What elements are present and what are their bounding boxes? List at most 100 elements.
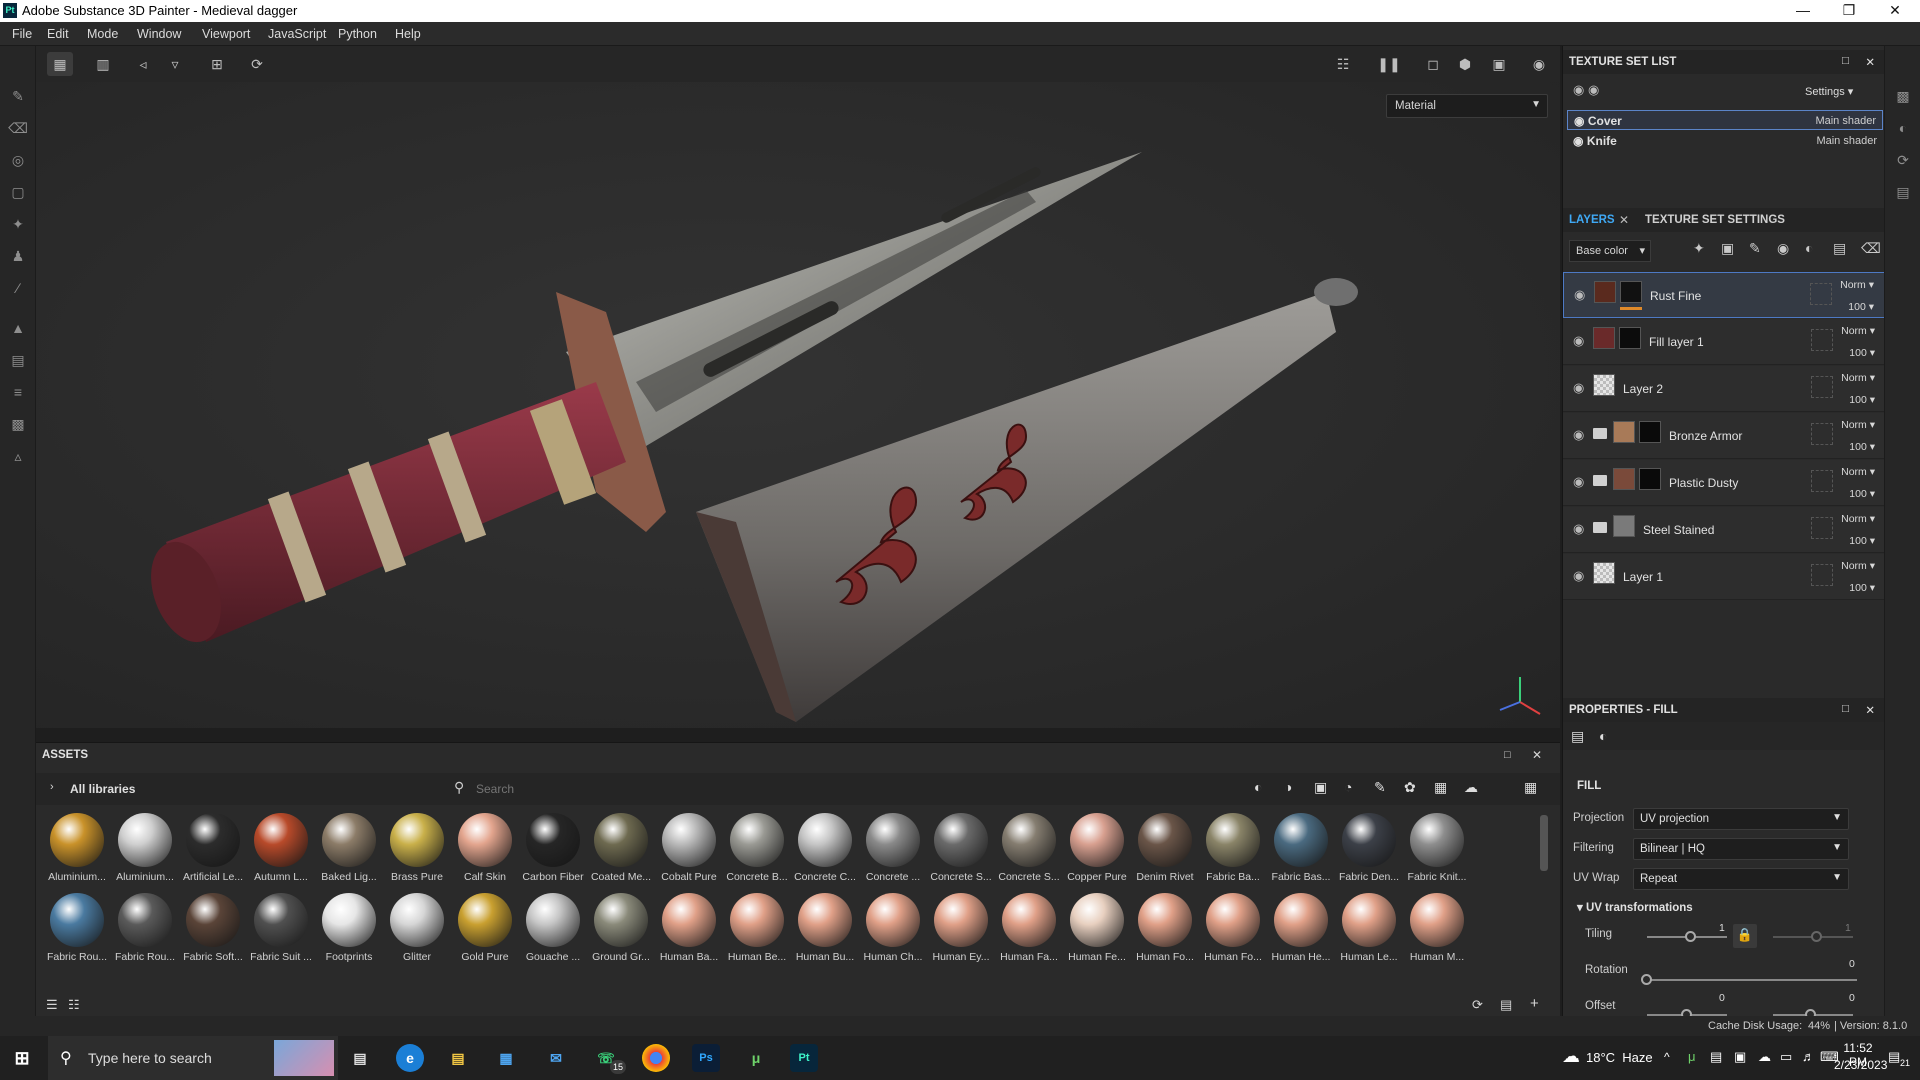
menu-python[interactable]: Python <box>338 27 377 41</box>
asset-scrollbar[interactable] <box>1540 815 1548 871</box>
channel-dropdown[interactable]: Base color ▾ <box>1569 240 1651 262</box>
eraser-icon[interactable]: ⌫ <box>8 118 28 138</box>
blend-mode-dropdown[interactable]: Norm ▾ <box>1841 325 1875 337</box>
view-2d-icon[interactable]: ◻ <box>1420 52 1446 76</box>
add-smart-material-icon[interactable]: ◐ <box>1805 240 1813 256</box>
mirror-x-icon[interactable]: ◃ <box>130 52 156 76</box>
asset-thumbnail[interactable] <box>322 893 376 947</box>
rotation-value[interactable]: 0 <box>1849 958 1855 970</box>
rotation-slider[interactable] <box>1647 979 1857 981</box>
clock-date[interactable]: 2/23/2023 <box>1834 1058 1887 1072</box>
shader-name[interactable]: Main shader <box>1815 115 1876 127</box>
fill-properties-icon[interactable]: ▤ <box>1571 728 1584 745</box>
lock-icon[interactable]: 🔒 <box>1733 924 1757 948</box>
add-mask-icon[interactable]: ▣ <box>1721 240 1734 257</box>
offset-value-2[interactable]: 0 <box>1849 992 1855 1004</box>
eye-icon[interactable]: ◉ <box>1573 380 1584 396</box>
filter-brushes-icon[interactable]: ✎ <box>1374 779 1386 796</box>
opacity-dropdown[interactable]: 100 ▾ <box>1848 301 1874 313</box>
display-settings-icon[interactable]: ▩ <box>1893 86 1913 106</box>
menu-window[interactable]: Window <box>137 27 181 41</box>
add-fill-layer-icon[interactable]: ◉ <box>1777 240 1789 257</box>
hide-ui-icon[interactable]: ☷ <box>1330 52 1356 76</box>
tray-device-icon[interactable]: ▤ <box>1710 1049 1722 1065</box>
file-explorer-icon[interactable]: ▤ <box>444 1044 472 1072</box>
asset-thumbnail[interactable] <box>1138 813 1192 867</box>
shader-name[interactable]: Main shader <box>1816 135 1877 147</box>
bake-icon[interactable]: ▤ <box>8 350 28 370</box>
filter-textures-icon[interactable]: ▣ <box>1314 779 1327 796</box>
close-panel-icon[interactable]: ✕ <box>1865 703 1875 717</box>
asset-thumbnail[interactable] <box>730 893 784 947</box>
filter-environments-icon[interactable]: ☁ <box>1464 779 1478 796</box>
tiling-value[interactable]: 1 <box>1719 922 1725 934</box>
asset-thumbnail[interactable] <box>254 893 308 947</box>
eye-icon[interactable]: ◉ <box>1573 474 1584 490</box>
menu-edit[interactable]: Edit <box>47 27 69 41</box>
asset-thumbnail[interactable] <box>50 893 104 947</box>
volume-icon[interactable]: ♬ <box>1802 1049 1815 1064</box>
smudge-icon[interactable]: ✦ <box>8 214 28 234</box>
filtering-dropdown[interactable]: Bilinear | HQ ▼ <box>1633 838 1849 860</box>
eye-icon[interactable]: ◉ <box>1573 568 1584 584</box>
asset-thumbnail[interactable] <box>458 813 512 867</box>
layer-rust-fine[interactable]: ◉ Rust Fine Norm ▾ 100 ▾ <box>1563 272 1885 318</box>
asset-thumbnail[interactable] <box>662 813 716 867</box>
tiling-slider-handle[interactable] <box>1685 931 1696 942</box>
menu-help[interactable]: Help <box>395 27 421 41</box>
asset-thumbnail[interactable] <box>1138 893 1192 947</box>
asset-thumbnail[interactable] <box>254 813 308 867</box>
asset-thumbnail[interactable] <box>1002 813 1056 867</box>
grid-view-icon[interactable]: ▦ <box>1524 779 1537 796</box>
tab-texture-set-settings[interactable]: TEXTURE SET SETTINGS <box>1645 214 1785 226</box>
asset-thumbnail[interactable] <box>526 813 580 867</box>
display-icon[interactable]: ▭ <box>1780 1049 1792 1065</box>
opacity-dropdown[interactable]: 100 ▾ <box>1849 488 1875 500</box>
mask-thumbnail[interactable] <box>1639 468 1661 490</box>
add-effect-icon[interactable]: ✦ <box>1693 240 1705 257</box>
asset-thumbnail[interactable] <box>1070 813 1124 867</box>
clone-stamp-icon[interactable]: ♟ <box>8 246 28 266</box>
chrome-icon[interactable] <box>642 1044 670 1072</box>
maximize-button[interactable]: ❐ <box>1826 0 1872 22</box>
uv-wrap-dropdown[interactable]: Repeat ▼ <box>1633 868 1849 890</box>
add-folder-icon[interactable]: ▤ <box>1833 240 1846 257</box>
substance-painter-icon[interactable]: Pt <box>790 1044 818 1072</box>
asset-thumbnail[interactable] <box>186 813 240 867</box>
opacity-dropdown[interactable]: 100 ▾ <box>1849 347 1875 359</box>
pause-icon[interactable]: ❚❚ <box>1376 52 1402 76</box>
asset-thumbnail[interactable] <box>934 813 988 867</box>
asset-thumbnail[interactable] <box>186 893 240 947</box>
asset-thumbnail[interactable] <box>934 893 988 947</box>
taskbar-search-box[interactable]: ⚲ Type here to search <box>48 1036 338 1080</box>
layer-bronze-armor[interactable]: ◉ Bronze Armor Norm ▾ 100 ▾ <box>1563 413 1885 459</box>
asset-thumbnail[interactable] <box>1410 813 1464 867</box>
log-icon[interactable]: ▤ <box>1893 182 1913 202</box>
opacity-dropdown[interactable]: 100 ▾ <box>1849 535 1875 547</box>
layer-fill-layer-1[interactable]: ◉ Fill layer 1 Norm ▾ 100 ▾ <box>1563 319 1885 365</box>
tab-layers[interactable]: LAYERS <box>1569 214 1615 226</box>
viewport-material-dropdown[interactable]: Material ▼ <box>1386 94 1548 118</box>
asset-thumbnail[interactable] <box>390 813 444 867</box>
import-icon[interactable]: ▤ <box>1500 997 1512 1013</box>
blend-mode-dropdown[interactable]: Norm ▾ <box>1841 419 1875 431</box>
asset-thumbnail[interactable] <box>594 893 648 947</box>
opacity-dropdown[interactable]: 100 ▾ <box>1849 441 1875 453</box>
add-icon[interactable]: ⊞ <box>204 52 230 76</box>
asset-thumbnail[interactable] <box>1274 813 1328 867</box>
mail-icon[interactable]: ✉ <box>542 1044 570 1072</box>
asset-thumbnail[interactable] <box>866 813 920 867</box>
display-settings-icon[interactable]: ▩ <box>8 414 28 434</box>
menu-javascript[interactable]: JavaScript <box>268 27 326 41</box>
close-tab-icon[interactable]: ✕ <box>1619 213 1629 227</box>
geometry-mask-icon[interactable]: ▢ <box>8 182 28 202</box>
texture-set-settings-dropdown[interactable]: Settings ▾ <box>1805 82 1875 102</box>
refresh-icon[interactable]: ⟳ <box>1472 997 1483 1013</box>
tile-view-icon[interactable]: ▥ <box>90 52 116 76</box>
asset-thumbnail[interactable] <box>798 893 852 947</box>
history-icon[interactable]: ⟳ <box>1893 150 1913 170</box>
undock-icon[interactable]: □ <box>1504 749 1511 761</box>
notification-icon[interactable]: ▤ <box>1888 1049 1900 1065</box>
undock-icon[interactable]: □ <box>1842 703 1849 715</box>
paint-brush-icon[interactable]: ✎ <box>8 86 28 106</box>
